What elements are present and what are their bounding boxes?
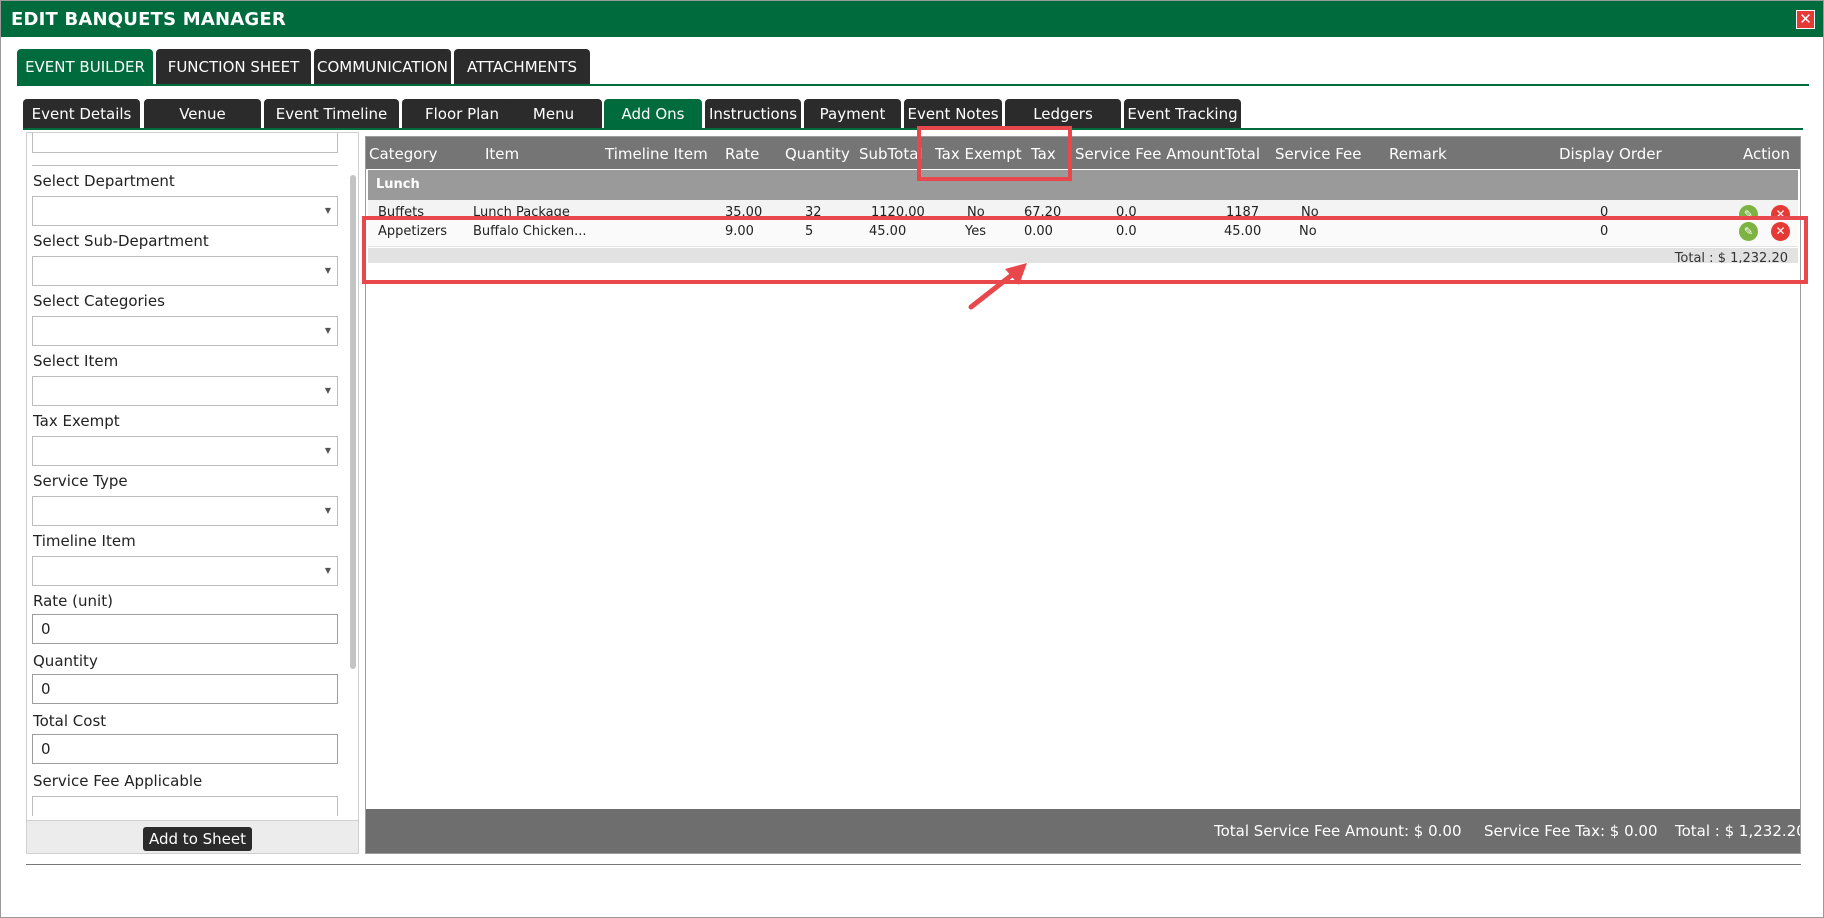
service-fee-applicable-select[interactable] — [32, 796, 338, 816]
col-rate[interactable]: Rate — [725, 145, 759, 163]
annotation-arrow-icon — [968, 263, 1027, 310]
group-label: Lunch — [376, 177, 420, 192]
col-timeline-item[interactable]: Timeline Item — [605, 145, 708, 163]
tab-event-notes[interactable]: Event Notes — [904, 99, 1002, 129]
total-cost-input[interactable]: 0 — [32, 734, 338, 764]
title-bar: EDIT BANQUETS MANAGER ✕ — [1, 1, 1823, 37]
tab-communication[interactable]: COMMUNICATION — [314, 49, 451, 85]
chevron-down-icon: ▼ — [324, 326, 331, 335]
window-title: EDIT BANQUETS MANAGER — [11, 9, 286, 30]
service-type-label: Service Type — [33, 472, 128, 490]
form-footer: Add to Sheet — [27, 820, 358, 853]
total-service-fee-amount: Total Service Fee Amount: $ 0.00 — [1214, 822, 1462, 840]
department-select[interactable]: ▼ — [32, 196, 338, 226]
rate-label: Rate (unit) — [33, 592, 113, 610]
tab-payment[interactable]: Payment — [804, 99, 901, 129]
item-select[interactable]: ▼ — [32, 376, 338, 406]
tab-event-builder[interactable]: EVENT BUILDER — [17, 49, 153, 85]
annotation-box-appetizers-row — [362, 216, 1808, 284]
col-item[interactable]: Item — [485, 145, 519, 163]
col-subtotal[interactable]: SubTotal — [859, 145, 923, 163]
chevron-down-icon: ▼ — [324, 566, 331, 575]
chevron-down-icon: ▼ — [324, 446, 331, 455]
bottom-divider — [26, 864, 1801, 865]
col-service-fee-amount[interactable]: Service Fee Amount — [1075, 145, 1225, 163]
quantity-input[interactable]: 0 — [32, 674, 338, 704]
clipped-input-field[interactable] — [32, 133, 338, 153]
department-label: Select Department — [33, 172, 175, 190]
tab-event-timeline[interactable]: Event Timeline — [264, 99, 399, 129]
col-category[interactable]: Category — [369, 145, 438, 163]
add-on-form-panel: Select Department ▼ Select Sub-Departmen… — [26, 132, 359, 854]
col-total[interactable]: Total — [1225, 145, 1260, 163]
grid-header: Category Item Timeline Item Rate Quantit… — [366, 137, 1800, 169]
col-remark[interactable]: Remark — [1389, 145, 1447, 163]
tab-menu[interactable]: Menu — [505, 99, 602, 129]
tab-event-tracking[interactable]: Event Tracking — [1124, 99, 1241, 129]
tax-exempt-select[interactable]: ▼ — [32, 436, 338, 466]
tax-exempt-label: Tax Exempt — [33, 412, 120, 430]
edit-banquets-manager-window: EDIT BANQUETS MANAGER ✕ EVENT BUILDER FU… — [0, 0, 1824, 918]
rate-input[interactable]: 0 — [32, 614, 338, 644]
tab-floor-plan[interactable]: Floor Plan — [402, 99, 522, 129]
tab-function-sheet[interactable]: FUNCTION SHEET — [156, 49, 311, 85]
col-display-order[interactable]: Display Order — [1559, 145, 1662, 163]
group-row-lunch[interactable]: Lunch — [368, 170, 1798, 200]
add-to-sheet-button[interactable]: Add to Sheet — [143, 827, 253, 851]
form-divider — [32, 165, 338, 166]
chevron-down-icon: ▼ — [324, 266, 331, 275]
col-action[interactable]: Action — [1743, 145, 1790, 163]
grid-footer: Total Service Fee Amount: $ 0.00 Service… — [366, 809, 1800, 853]
sub-department-label: Select Sub-Department — [33, 232, 209, 250]
quantity-label: Quantity — [33, 652, 98, 670]
tab-attachments[interactable]: ATTACHMENTS — [454, 49, 590, 85]
service-type-select[interactable]: ▼ — [32, 496, 338, 526]
service-fee-tax: Service Fee Tax: $ 0.00 — [1484, 822, 1658, 840]
chevron-down-icon: ▼ — [324, 386, 331, 395]
main-tabs-underline — [17, 84, 1809, 86]
service-fee-applicable-label: Service Fee Applicable — [33, 772, 203, 790]
form-scrollbar-thumb[interactable] — [350, 175, 356, 669]
tab-venue[interactable]: Venue — [144, 99, 261, 129]
col-quantity[interactable]: Quantity — [785, 145, 850, 163]
tab-instructions[interactable]: Instructions — [705, 99, 801, 129]
total-cost-label: Total Cost — [33, 712, 107, 730]
chevron-down-icon: ▼ — [324, 506, 331, 515]
sub-tabs-underline — [23, 128, 1803, 130]
categories-label: Select Categories — [33, 292, 165, 310]
timeline-item-select[interactable]: ▼ — [32, 556, 338, 586]
tab-ledgers[interactable]: Ledgers — [1005, 99, 1121, 129]
timeline-item-label: Timeline Item — [33, 532, 136, 550]
item-label: Select Item — [33, 352, 119, 370]
sub-department-select[interactable]: ▼ — [32, 256, 338, 286]
tab-event-details[interactable]: Event Details — [23, 99, 140, 129]
grand-total: Total : $ 1,232.20 — [1675, 822, 1801, 840]
chevron-down-icon: ▼ — [324, 206, 331, 215]
close-icon[interactable]: ✕ — [1796, 10, 1815, 29]
categories-select[interactable]: ▼ — [32, 316, 338, 346]
col-service-fee[interactable]: Service Fee — [1275, 145, 1361, 163]
annotation-box-tax-columns — [917, 126, 1072, 181]
tab-add-ons[interactable]: Add Ons — [604, 99, 702, 129]
